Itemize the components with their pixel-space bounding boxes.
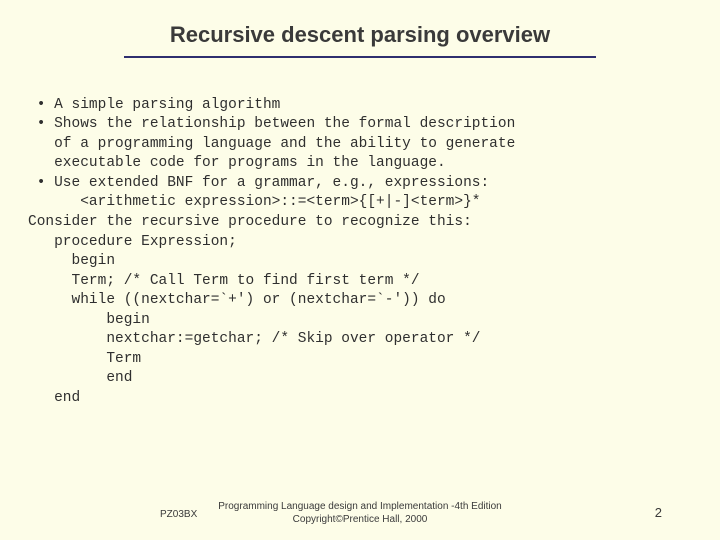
footer-credit: Programming Language design and Implemen… bbox=[0, 501, 720, 526]
slide: Recursive descent parsing overview • A s… bbox=[0, 0, 720, 540]
body-line: end bbox=[28, 390, 80, 406]
body-line: of a programming language and the abilit… bbox=[28, 136, 515, 152]
body-line: nextchar:=getchar; /* Skip over operator… bbox=[28, 331, 480, 347]
title-underline bbox=[124, 56, 596, 58]
body-line: procedure Expression; bbox=[28, 234, 237, 250]
body-line: end bbox=[28, 370, 132, 386]
slide-title: Recursive descent parsing overview bbox=[0, 0, 720, 56]
body-line: <arithmetic expression>::=<term>{[+|-]<t… bbox=[28, 194, 480, 210]
body-line: begin bbox=[28, 253, 115, 269]
body-line: executable code for programs in the lang… bbox=[28, 155, 446, 171]
body-line: while ((nextchar=`+') or (nextchar=`-'))… bbox=[28, 292, 446, 308]
body-line: begin bbox=[28, 312, 150, 328]
footer-credit-line: Programming Language design and Implemen… bbox=[218, 501, 502, 512]
body-line: • A simple parsing algorithm bbox=[28, 97, 280, 113]
body-line: • Use extended BNF for a grammar, e.g., … bbox=[28, 175, 489, 191]
footer-code: PZ03BX bbox=[160, 509, 197, 520]
body-line: Consider the recursive procedure to reco… bbox=[28, 214, 472, 230]
body-line: Term; /* Call Term to find first term */ bbox=[28, 273, 420, 289]
footer-credit-line: Copyright©Prentice Hall, 2000 bbox=[293, 514, 428, 525]
body-line: • Shows the relationship between the for… bbox=[28, 116, 515, 132]
footer-page-number: 2 bbox=[655, 505, 662, 520]
body-line: Term bbox=[28, 351, 141, 367]
slide-body: • A simple parsing algorithm • Shows the… bbox=[0, 76, 720, 409]
slide-footer: PZ03BX Programming Language design and I… bbox=[0, 501, 720, 526]
